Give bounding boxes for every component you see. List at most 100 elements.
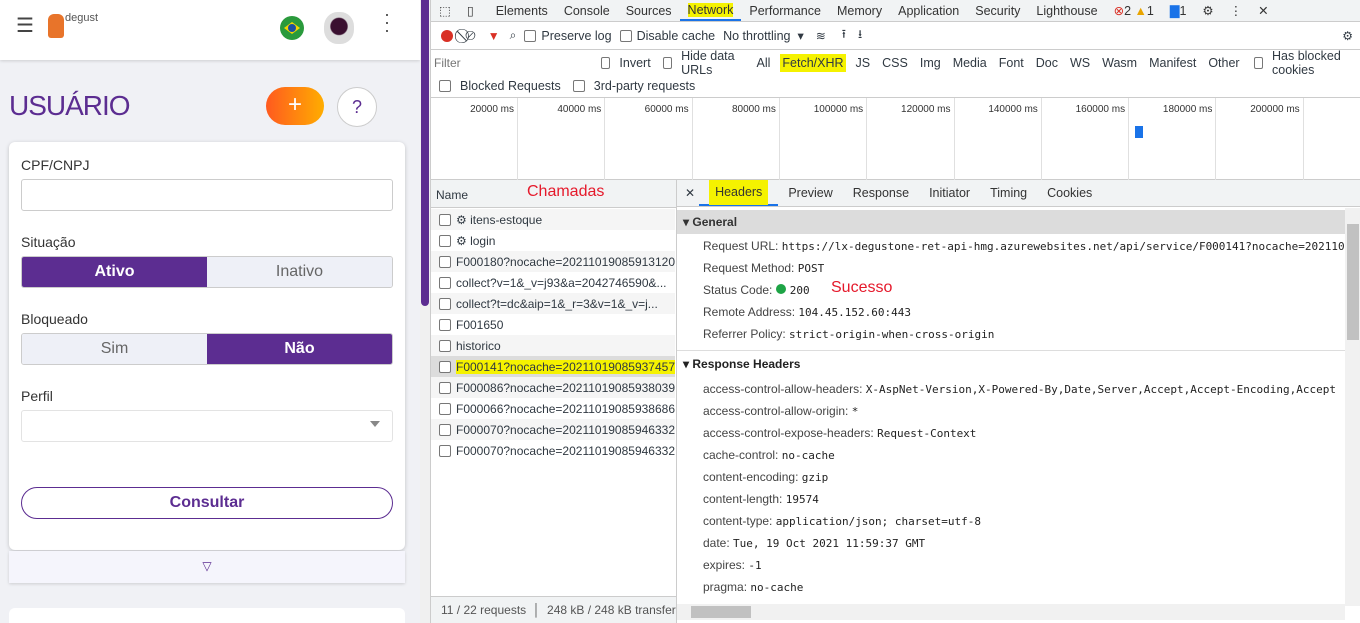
preserve-log-checkbox[interactable] <box>524 29 537 42</box>
tab-security[interactable]: Security <box>967 0 1028 21</box>
detail-tab-initiator[interactable]: Initiator <box>919 180 980 206</box>
add-button[interactable]: + <box>266 87 324 125</box>
name-column-header[interactable]: Name Chamadas <box>431 180 676 208</box>
network-conditions-icon[interactable]: ≋ <box>816 29 826 43</box>
detail-tab-cookies[interactable]: Cookies <box>1037 180 1102 206</box>
horizontal-scrollbar[interactable] <box>677 604 1345 620</box>
filter-type-manifest[interactable]: Manifest <box>1147 54 1198 72</box>
request-checkbox[interactable] <box>439 339 451 352</box>
request-checkbox[interactable] <box>439 255 451 268</box>
tab-application[interactable]: Application <box>890 0 967 21</box>
detail-tab-preview[interactable]: Preview <box>778 180 842 206</box>
brazil-flag-icon[interactable] <box>280 16 304 40</box>
request-row[interactable]: historico <box>431 335 675 356</box>
filter-toggle-bar[interactable]: ▽ <box>9 551 405 583</box>
more-vert-icon[interactable]: · · · <box>384 5 390 39</box>
import-har-icon[interactable]: ⭱ <box>842 25 846 46</box>
consultar-button[interactable]: Consultar <box>21 487 393 519</box>
request-row[interactable]: collect?t=dc&aip=1&_r=3&v=1&_v=j... <box>431 293 675 314</box>
filter-type-all[interactable]: All <box>755 54 773 72</box>
request-row[interactable]: F000066?nocache=20211019085938686 <box>431 398 675 419</box>
tab-lighthouse[interactable]: Lighthouse <box>1028 0 1105 21</box>
bloqueado-sim-button[interactable]: Sim <box>22 334 207 364</box>
response-headers-section-header[interactable]: ▾ Response Headers <box>683 357 800 371</box>
filter-type-other[interactable]: Other <box>1206 54 1241 72</box>
blocked-requests-checkbox[interactable] <box>439 80 451 92</box>
messages-badge[interactable]: ▇ 1 <box>1162 0 1195 21</box>
perfil-select[interactable] <box>21 410 393 442</box>
situacao-ativo-button[interactable]: Ativo <box>22 257 207 287</box>
request-checkbox[interactable] <box>439 276 451 289</box>
network-overview-timeline[interactable]: 20000 ms 40000 ms 60000 ms 80000 ms 100000 m… <box>431 98 1360 180</box>
request-row[interactable]: F000070?nocache=20211019085946332 <box>431 440 675 461</box>
network-settings-gear-icon[interactable]: ⚙ <box>1342 29 1353 43</box>
throttling-select[interactable]: No throttling ▾ <box>723 28 804 43</box>
close-icon[interactable]: ✕ <box>1250 0 1276 21</box>
app-scrollbar[interactable] <box>420 0 430 623</box>
issues-badge[interactable]: ⊗ 2 ▲ 1 <box>1106 0 1162 21</box>
filter-type-wasm[interactable]: Wasm <box>1100 54 1139 72</box>
request-checkbox[interactable] <box>439 297 451 310</box>
request-row[interactable]: ⚙ login <box>431 230 675 251</box>
device-toolbar-icon[interactable]: ▯ <box>459 0 488 21</box>
invert-checkbox[interactable] <box>601 56 611 69</box>
filter-input[interactable] <box>434 52 589 73</box>
logo[interactable]: degust <box>48 12 98 40</box>
filter-card: CPF/CNPJ Situação Ativo Inativo Bloquead… <box>9 142 405 550</box>
filter-type-doc[interactable]: Doc <box>1034 54 1060 72</box>
request-row[interactable]: collect?v=1&_v=j93&a=2042746590&... <box>431 272 675 293</box>
avatar[interactable] <box>324 12 354 44</box>
request-row[interactable]: F000180?nocache=20211019085913120 <box>431 251 675 272</box>
tab-console[interactable]: Console <box>556 0 618 21</box>
request-row[interactable]: ⚙ itens-estoque <box>431 209 675 230</box>
tab-memory[interactable]: Memory <box>829 0 890 21</box>
tab-network[interactable]: Network <box>679 0 742 21</box>
filter-type-js[interactable]: JS <box>854 54 873 72</box>
clear-icon[interactable]: ⃠⊘ <box>465 27 476 44</box>
filter-type-font[interactable]: Font <box>997 54 1026 72</box>
disable-cache-checkbox[interactable] <box>619 29 632 42</box>
has-blocked-cookies-checkbox[interactable] <box>1253 56 1263 69</box>
request-checkbox[interactable] <box>439 318 451 331</box>
detail-tab-response[interactable]: Response <box>843 180 919 206</box>
tab-elements[interactable]: Elements <box>488 0 556 21</box>
hide-data-urls-checkbox[interactable] <box>662 56 673 69</box>
detail-tab-timing[interactable]: Timing <box>980 180 1037 206</box>
export-har-icon[interactable]: ⭳ <box>858 25 862 46</box>
search-icon[interactable]: ⌕ <box>510 28 517 43</box>
filter-type-fetch-xhr[interactable]: Fetch/XHR <box>780 53 846 72</box>
field-name: Remote Address: <box>703 305 796 319</box>
cpf-input[interactable] <box>21 179 393 211</box>
request-checkbox[interactable] <box>439 234 451 247</box>
inspect-icon[interactable]: ⬚ <box>431 0 459 21</box>
filter-type-css[interactable]: CSS <box>880 54 910 72</box>
help-button[interactable]: ? <box>337 87 377 127</box>
third-party-checkbox[interactable] <box>572 80 585 92</box>
request-checkbox[interactable] <box>439 423 451 436</box>
tab-performance[interactable]: Performance <box>741 0 829 21</box>
filter-type-ws[interactable]: WS <box>1068 54 1092 72</box>
request-row[interactable]: F001650 <box>431 314 675 335</box>
request-checkbox[interactable] <box>439 444 451 457</box>
request-checkbox[interactable] <box>439 360 451 373</box>
detail-tab-headers[interactable]: Headers <box>699 180 779 206</box>
close-details-icon[interactable]: ✕ <box>685 186 695 200</box>
more-vert-icon[interactable]: ⋮ <box>1222 0 1251 21</box>
request-checkbox[interactable] <box>439 402 451 415</box>
request-row[interactable]: F000070?nocache=20211019085946332 <box>431 419 675 440</box>
vertical-scrollbar[interactable] <box>1345 208 1360 606</box>
request-row[interactable]: F000141?nocache=20211019085937457 <box>431 356 675 377</box>
filter-funnel-icon[interactable]: ▼ <box>488 29 500 43</box>
filter-type-img[interactable]: Img <box>918 54 943 72</box>
bloqueado-nao-button[interactable]: Não <box>207 334 392 364</box>
request-checkbox[interactable] <box>439 213 451 226</box>
tab-sources[interactable]: Sources <box>618 0 680 21</box>
filter-type-media[interactable]: Media <box>951 54 989 72</box>
record-icon[interactable] <box>441 29 453 42</box>
request-row[interactable]: F000086?nocache=20211019085938039 <box>431 377 675 398</box>
general-section-header[interactable]: ▾ General <box>677 210 1345 234</box>
situacao-inativo-button[interactable]: Inativo <box>207 257 392 287</box>
request-checkbox[interactable] <box>439 381 451 394</box>
settings-gear-icon[interactable]: ⚙ <box>1194 0 1221 21</box>
menu-icon[interactable]: ☰ <box>16 13 34 38</box>
